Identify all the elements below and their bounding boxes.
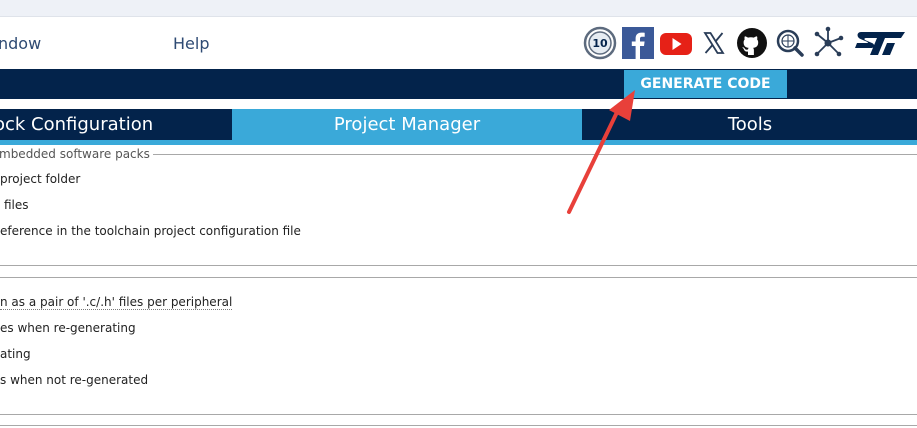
group2-bottom-border: [0, 414, 917, 415]
tab-tools-label: Tools: [727, 114, 773, 135]
x-twitter-icon[interactable]: [697, 25, 731, 61]
group1-option-toolchain-reference[interactable]: eference in the toolchain project config…: [0, 224, 301, 238]
window-top-strip: [0, 0, 917, 17]
annotation-arrow-icon: [567, 90, 635, 214]
menu-window[interactable]: ndow: [0, 34, 41, 53]
tab-clock-configuration-label: ock Configuration: [0, 114, 154, 135]
facebook-icon[interactable]: [621, 25, 655, 61]
group3-top-border: [0, 425, 917, 426]
group2-option-not-regenerated[interactable]: s when not re-generated: [0, 373, 148, 387]
st-logo-icon[interactable]: [849, 25, 913, 61]
tab-clock-configuration[interactable]: ock Configuration: [0, 109, 231, 140]
group2-top-border: [0, 277, 917, 278]
group1-bottom-border: [0, 265, 917, 266]
tab-project-manager[interactable]: Project Manager: [232, 109, 582, 140]
group2-option-generating[interactable]: ating: [0, 347, 31, 361]
tab-underline: [0, 140, 917, 145]
tab-project-manager-label: Project Manager: [333, 114, 481, 135]
community-icon[interactable]: [773, 25, 807, 61]
badge-text: 10: [592, 37, 608, 50]
group1-option-project-folder[interactable]: project folder: [0, 172, 80, 186]
group1-option-files[interactable]: files: [4, 198, 29, 212]
github-icon[interactable]: [735, 25, 769, 61]
group2-option-peripheral-files[interactable]: n as a pair of '.c/.h' files per periphe…: [0, 295, 233, 310]
youtube-icon[interactable]: [659, 25, 693, 61]
anniversary-10-badge-icon[interactable]: 10: [583, 25, 617, 61]
group1-legend: mbedded software packs: [0, 147, 153, 161]
app-window: ndow Help 10 GENERATE CODE ock Configura…: [0, 0, 917, 428]
menu-help[interactable]: Help: [173, 34, 209, 53]
group2-option-regenerating[interactable]: es when re-generating: [0, 321, 136, 335]
network-icon[interactable]: [811, 25, 845, 61]
